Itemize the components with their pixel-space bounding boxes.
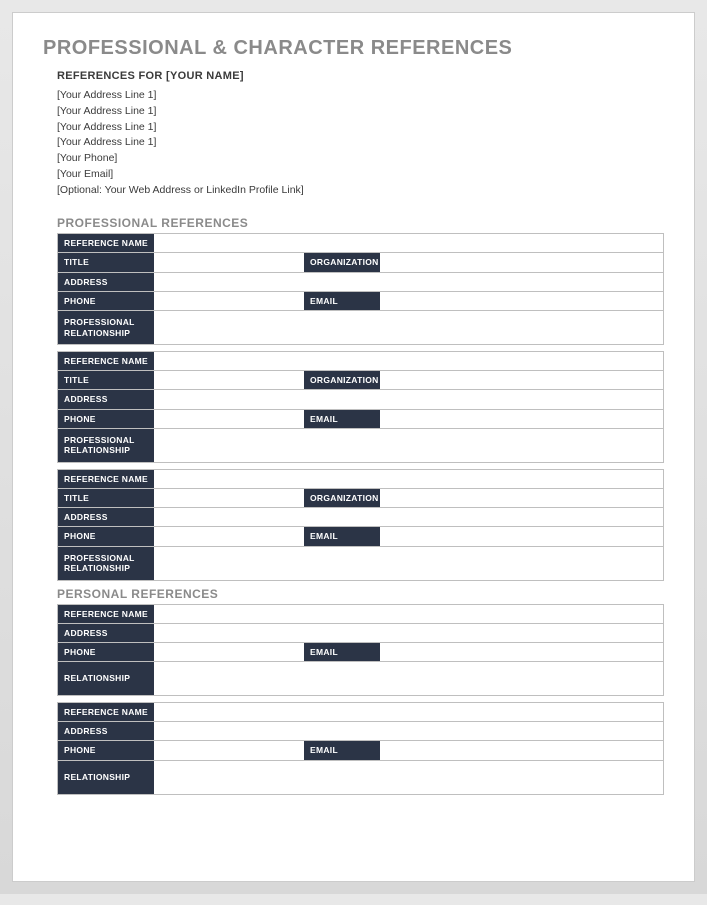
label-professional-relationship: PROFESSIONAL RELATIONSHIP (58, 311, 154, 344)
field-professional-relationship[interactable] (154, 429, 663, 462)
info-line: [Optional: Your Web Address or LinkedIn … (57, 183, 664, 199)
field-address[interactable] (154, 273, 663, 291)
label-reference-name: REFERENCE NAME (58, 352, 154, 370)
label-email: EMAIL (304, 643, 380, 661)
label-professional-relationship: PROFESSIONAL RELATIONSHIP (58, 429, 154, 462)
label-phone: PHONE (58, 292, 154, 310)
field-title[interactable] (154, 489, 304, 507)
field-organization[interactable] (380, 489, 663, 507)
field-address[interactable] (154, 722, 663, 740)
field-reference-name[interactable] (154, 703, 663, 721)
professional-references-heading: PROFESSIONAL REFERENCES (57, 216, 664, 230)
label-title: TITLE (58, 253, 154, 271)
field-professional-relationship[interactable] (154, 311, 663, 344)
field-professional-relationship[interactable] (154, 547, 663, 580)
page-title: PROFESSIONAL & CHARACTER REFERENCES (43, 37, 664, 60)
label-address: ADDRESS (58, 722, 154, 740)
label-reference-name: REFERENCE NAME (58, 234, 154, 252)
professional-reference-block: REFERENCE NAME TITLE ORGANIZATION ADDRES… (57, 233, 664, 345)
label-email: EMAIL (304, 410, 380, 428)
references-for-heading: REFERENCES FOR [YOUR NAME] (57, 70, 664, 82)
field-reference-name[interactable] (154, 605, 663, 623)
label-professional-relationship: PROFESSIONAL RELATIONSHIP (58, 547, 154, 580)
field-reference-name[interactable] (154, 470, 663, 488)
field-phone[interactable] (154, 292, 304, 310)
professional-reference-block: REFERENCE NAME TITLE ORGANIZATION ADDRES… (57, 351, 664, 463)
field-phone[interactable] (154, 741, 304, 759)
field-title[interactable] (154, 371, 304, 389)
label-reference-name: REFERENCE NAME (58, 470, 154, 488)
field-relationship[interactable] (154, 662, 663, 695)
info-line: [Your Phone] (57, 151, 664, 167)
field-address[interactable] (154, 624, 663, 642)
field-address[interactable] (154, 508, 663, 526)
label-organization: ORGANIZATION (304, 371, 380, 389)
label-address: ADDRESS (58, 508, 154, 526)
info-line: [Your Address Line 1] (57, 120, 664, 136)
label-organization: ORGANIZATION (304, 253, 380, 271)
field-phone[interactable] (154, 643, 304, 661)
info-line: [Your Email] (57, 167, 664, 183)
label-title: TITLE (58, 371, 154, 389)
field-relationship[interactable] (154, 761, 663, 794)
label-relationship: RELATIONSHIP (58, 761, 154, 794)
info-line: [Your Address Line 1] (57, 88, 664, 104)
label-address: ADDRESS (58, 390, 154, 408)
field-title[interactable] (154, 253, 304, 271)
info-line: [Your Address Line 1] (57, 104, 664, 120)
info-line: [Your Address Line 1] (57, 135, 664, 151)
field-email[interactable] (380, 527, 663, 545)
applicant-info: [Your Address Line 1] [Your Address Line… (57, 88, 664, 198)
field-phone[interactable] (154, 410, 304, 428)
label-phone: PHONE (58, 527, 154, 545)
personal-references-heading: PERSONAL REFERENCES (57, 587, 664, 601)
label-phone: PHONE (58, 410, 154, 428)
label-phone: PHONE (58, 643, 154, 661)
label-address: ADDRESS (58, 273, 154, 291)
professional-reference-block: REFERENCE NAME TITLE ORGANIZATION ADDRES… (57, 469, 664, 581)
field-organization[interactable] (380, 253, 663, 271)
label-email: EMAIL (304, 741, 380, 759)
field-reference-name[interactable] (154, 352, 663, 370)
field-email[interactable] (380, 410, 663, 428)
label-title: TITLE (58, 489, 154, 507)
label-email: EMAIL (304, 527, 380, 545)
label-reference-name: REFERENCE NAME (58, 605, 154, 623)
label-reference-name: REFERENCE NAME (58, 703, 154, 721)
label-email: EMAIL (304, 292, 380, 310)
personal-reference-block: REFERENCE NAME ADDRESS PHONE EMAIL RELAT… (57, 702, 664, 795)
field-phone[interactable] (154, 527, 304, 545)
label-organization: ORGANIZATION (304, 489, 380, 507)
field-email[interactable] (380, 643, 663, 661)
field-address[interactable] (154, 390, 663, 408)
document-page: PROFESSIONAL & CHARACTER REFERENCES REFE… (12, 12, 695, 882)
label-address: ADDRESS (58, 624, 154, 642)
label-phone: PHONE (58, 741, 154, 759)
personal-reference-block: REFERENCE NAME ADDRESS PHONE EMAIL RELAT… (57, 604, 664, 697)
field-email[interactable] (380, 741, 663, 759)
field-email[interactable] (380, 292, 663, 310)
field-reference-name[interactable] (154, 234, 663, 252)
label-relationship: RELATIONSHIP (58, 662, 154, 695)
field-organization[interactable] (380, 371, 663, 389)
